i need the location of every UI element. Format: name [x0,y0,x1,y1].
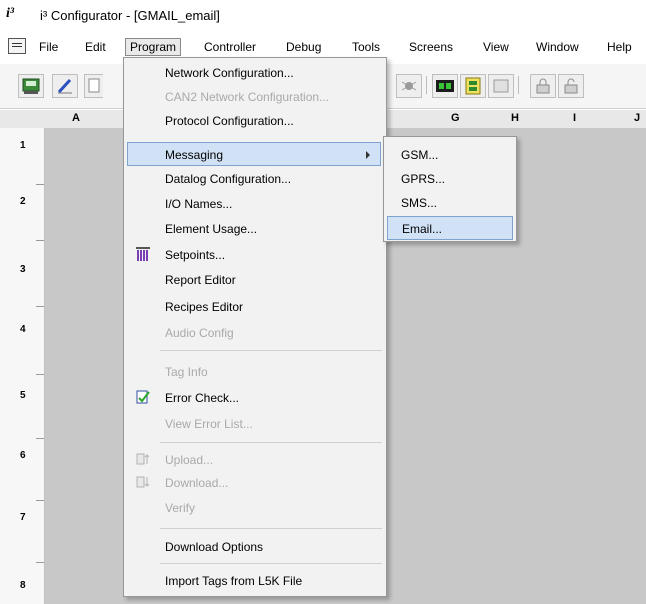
menu-item-report-editor[interactable]: Report Editor [124,268,386,292]
row-divider [36,562,44,563]
menu-item-upload: Upload... [124,448,386,472]
menu-separator [160,563,382,564]
row-label: 2 [20,196,26,207]
menu-item-verify: Verify [165,501,196,515]
menu-program[interactable]: Program [125,38,182,56]
device-icon[interactable] [488,74,514,98]
toolbar-separator [426,76,427,94]
window-title: i³ Configurator - [GMAIL_email] [40,8,220,23]
column-label: H [511,112,519,124]
row-divider [36,240,44,241]
menu-edit[interactable]: Edit [81,39,110,55]
menu-item-network-configuration[interactable]: Network Configuration... [124,61,386,85]
column-label: J [634,112,641,124]
row-label: 7 [20,512,26,523]
debug-bug-icon[interactable] [396,74,422,98]
menu-item-import-tags-l5k[interactable]: Import Tags from L5K File [124,569,386,593]
menu-item-view-error-list: View Error List... [165,417,253,431]
screen-green-icon[interactable] [432,74,458,98]
menu-item-can2-network-configuration: CAN2 Network Configuration... [165,90,330,104]
menu-controller[interactable]: Controller [200,39,260,55]
menu-separator [160,442,382,443]
menu-item-recipes-editor[interactable]: Recipes Editor [124,295,386,319]
row-divider [36,374,44,375]
menu-item-download: Download... [124,471,386,495]
document-icon[interactable] [84,74,103,98]
submenu-item-sms[interactable]: SMS... [387,191,513,215]
save-project-icon[interactable] [18,74,44,98]
messaging-submenu: GSM... GPRS... SMS... Email... [383,136,517,242]
menu-item-element-usage[interactable]: Element Usage... [124,217,386,241]
menu-separator [160,528,382,529]
menu-help[interactable]: Help [603,39,636,55]
menu-item-messaging[interactable]: Messaging [127,142,381,166]
system-menu-icon[interactable] [8,38,26,54]
menu-view[interactable]: View [479,39,513,55]
lock-icon[interactable] [530,74,556,98]
row-label: 4 [20,324,26,335]
row-label: 3 [20,264,26,275]
menu-item-error-check[interactable]: Error Check... [124,386,386,410]
menu-item-io-names[interactable]: I/O Names... [124,192,386,216]
app-logo: i³ [6,6,15,21]
error-check-icon [136,390,150,404]
menu-separator [160,350,382,351]
io-config-icon[interactable] [460,74,486,98]
menu-tools[interactable]: Tools [348,39,384,55]
row-label: 6 [20,450,26,461]
menu-file[interactable]: File [35,39,62,55]
row-header: 1 2 3 4 5 6 7 8 [0,128,45,604]
toolbar-separator [518,76,519,94]
row-label: 1 [20,140,26,151]
menu-item-setpoints[interactable]: Setpoints... [124,243,386,267]
row-divider [36,500,44,501]
menu-item-tag-info: Tag Info [165,365,208,379]
menu-window[interactable]: Window [532,39,583,55]
row-divider [36,438,44,439]
row-label: 5 [20,390,26,401]
menu-item-protocol-configuration[interactable]: Protocol Configuration... [124,109,386,133]
column-label: I [573,112,577,124]
submenu-item-gsm[interactable]: GSM... [387,143,513,167]
menu-bar: File Edit Program Controller Debug Tools… [0,36,646,58]
submenu-item-email[interactable]: Email... [387,216,513,240]
row-label: 8 [20,580,26,591]
row-divider [36,184,44,185]
column-label: A [72,112,80,124]
menu-screens[interactable]: Screens [405,39,457,55]
title-bar: i³ i³ Configurator - [GMAIL_email] [0,0,646,30]
menu-item-datalog-configuration[interactable]: Datalog Configuration... [124,167,386,191]
unlock-icon[interactable] [558,74,584,98]
menu-item-audio-config: Audio Config [165,326,234,340]
row-divider [36,306,44,307]
upload-icon [136,453,150,465]
program-menu: Network Configuration... CAN2 Network Co… [123,57,387,597]
edit-pen-icon[interactable] [52,74,78,98]
menu-item-download-options[interactable]: Download Options [124,535,386,559]
column-label: G [451,112,460,124]
download-icon [136,476,150,488]
setpoints-icon [136,247,150,261]
submenu-item-gprs[interactable]: GPRS... [387,167,513,191]
submenu-arrow-icon [366,151,370,159]
menu-debug[interactable]: Debug [282,39,325,55]
